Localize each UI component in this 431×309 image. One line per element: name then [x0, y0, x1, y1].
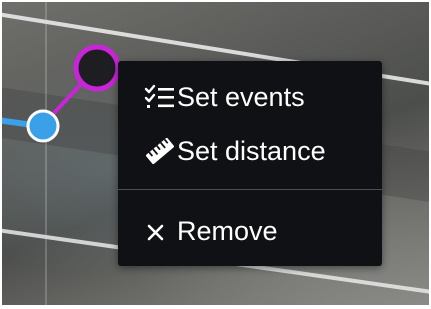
selected-vertex	[73, 44, 121, 92]
satellite-map[interactable]: Set events Set distance Remove	[2, 2, 429, 305]
context-menu: Set events Set distance Remove	[118, 61, 382, 266]
set-distance-label: Set distance	[177, 136, 326, 166]
list-check-icon	[143, 84, 177, 110]
screenshot-frame: Set events Set distance Remove	[0, 0, 431, 309]
remove-menu-item[interactable]: Remove	[118, 211, 382, 251]
set-events-menu-item[interactable]: Set events	[118, 77, 382, 117]
menu-divider	[118, 189, 382, 190]
track-vertex	[26, 109, 60, 143]
set-distance-menu-item[interactable]: Set distance	[118, 131, 382, 171]
remove-label: Remove	[177, 216, 278, 246]
ruler-icon	[143, 136, 177, 166]
close-icon	[143, 221, 169, 241]
set-events-label: Set events	[177, 82, 305, 112]
